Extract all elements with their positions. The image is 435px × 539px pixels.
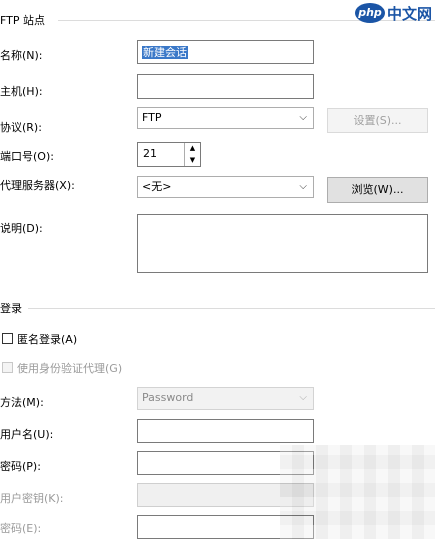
logo-text: 中文网 [387, 5, 433, 23]
username-label: 用户名(U): [0, 428, 54, 441]
proxy-select[interactable]: <无> ⌵ [137, 176, 314, 198]
triangle-up-icon[interactable]: ▲ [185, 143, 200, 155]
chevron-down-icon: ⌵ [299, 181, 307, 192]
port-stepper[interactable]: ▲ ▼ [184, 143, 200, 166]
auth-agent-checkbox[interactable] [2, 362, 13, 373]
proxy-label: 代理服务器(X): [0, 179, 75, 192]
port-field[interactable]: 21 ▲ ▼ [137, 142, 201, 167]
watermark-overlay [280, 445, 435, 539]
method-label: 方法(M): [0, 396, 44, 409]
site-logo: php 中文网 [355, 0, 435, 30]
method-select[interactable]: Password ⌵ [137, 387, 314, 410]
user-key-label: 用户密钥(K): [0, 492, 64, 505]
section-divider [28, 308, 435, 309]
section-title-ftp-site: FTP 站点 [0, 14, 45, 27]
browse-button[interactable]: 浏览(W)... [327, 177, 428, 203]
host-field[interactable] [137, 74, 314, 99]
name-value: 新建会话 [142, 46, 188, 59]
chevron-down-icon: ⌵ [299, 392, 307, 403]
settings-button[interactable]: 设置(S)... [327, 108, 428, 133]
protocol-select[interactable]: FTP ⌵ [137, 107, 314, 129]
port-label: 端口号(O): [0, 150, 54, 163]
passphrase-label: 密码(E): [0, 522, 42, 535]
port-value: 21 [143, 147, 157, 160]
auth-agent-label: 使用身份验证代理(G) [17, 362, 123, 375]
anonymous-label: 匿名登录(A) [17, 333, 78, 346]
anonymous-checkbox[interactable] [2, 333, 13, 344]
logo-mark: php [355, 3, 385, 23]
protocol-value: FTP [142, 111, 162, 124]
proxy-value: <无> [142, 180, 172, 193]
triangle-down-icon[interactable]: ▼ [185, 155, 200, 167]
protocol-label: 协议(R): [0, 121, 42, 134]
password-label: 密码(P): [0, 460, 41, 473]
name-field[interactable]: 新建会话 [137, 40, 314, 64]
description-label: 说明(D): [0, 222, 43, 235]
method-value: Password [142, 391, 194, 404]
name-label: 名称(N): [0, 49, 43, 62]
chevron-down-icon: ⌵ [299, 112, 307, 123]
username-field[interactable] [137, 419, 314, 443]
section-title-login: 登录 [0, 302, 22, 315]
description-field[interactable] [137, 214, 428, 273]
host-label: 主机(H): [0, 85, 43, 98]
